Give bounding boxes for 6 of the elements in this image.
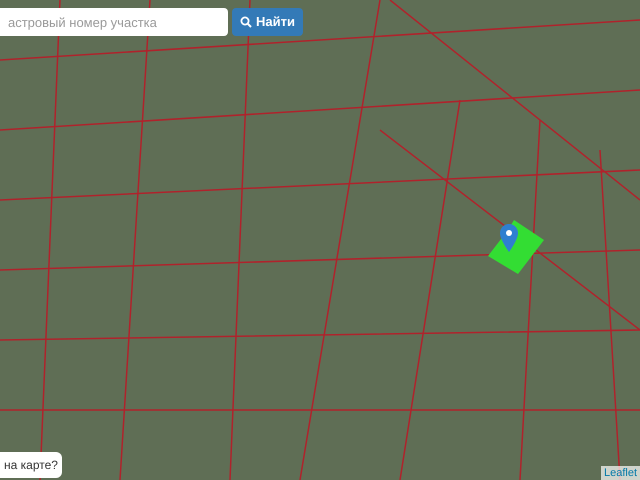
search-field[interactable]: астровый номер участка [0,8,228,36]
satellite-map-placeholder[interactable] [0,0,640,480]
map-marker-icon[interactable] [500,224,518,252]
search-icon [240,16,252,28]
help-text: на карте? [0,452,62,478]
search-button[interactable]: Найти [232,8,303,36]
